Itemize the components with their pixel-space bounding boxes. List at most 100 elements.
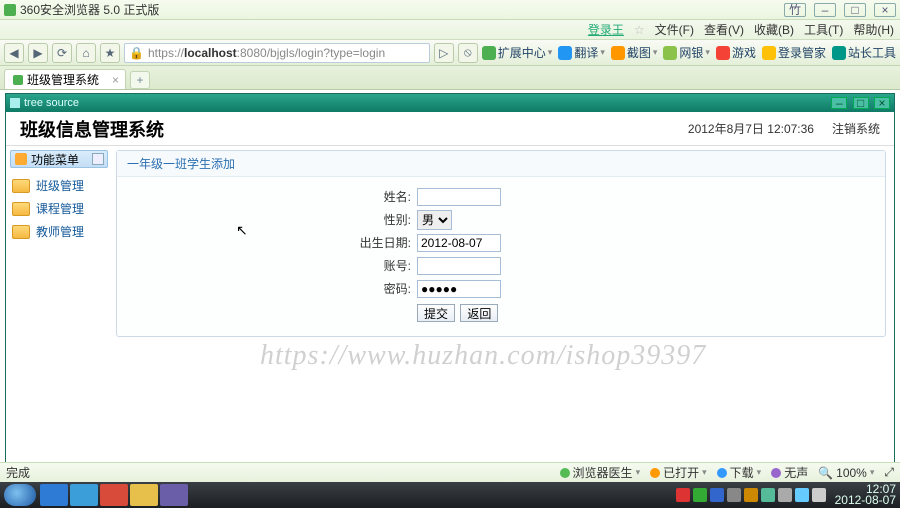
input-account[interactable]: [417, 257, 501, 275]
sys-close-button[interactable]: ×: [874, 3, 896, 17]
tray-icon[interactable]: [761, 488, 775, 502]
sidebar-item-course[interactable]: 课程管理: [10, 197, 108, 220]
form-title: 一年级一班学生添加: [117, 151, 885, 177]
sidebar: 功能菜单 班级管理 课程管理 教师管理: [6, 146, 112, 486]
tray-icon[interactable]: [693, 488, 707, 502]
tool-login[interactable]: 登录管家: [762, 44, 826, 61]
menu-file[interactable]: 文件(F): [655, 21, 694, 38]
tray-icon[interactable]: [727, 488, 741, 502]
tray-volume-icon[interactable]: [812, 488, 826, 502]
folder-icon: [12, 225, 30, 239]
browser-favicon: [4, 4, 16, 16]
nav-go-button[interactable]: ▷: [434, 43, 454, 63]
back-button[interactable]: 返回: [460, 304, 498, 322]
app-header: 班级信息管理系统 2012年8月7日 12:07:36 注销系统: [6, 112, 894, 146]
sidebar-item-label: 班级管理: [36, 177, 84, 194]
tool-snap[interactable]: 截图▾: [611, 44, 658, 61]
app-window-icon: [10, 98, 20, 108]
sidebar-item-label: 课程管理: [36, 200, 84, 217]
status-expand[interactable]: ⤢: [884, 465, 894, 480]
input-name[interactable]: [417, 188, 501, 206]
tray-icon[interactable]: [710, 488, 724, 502]
tool-site[interactable]: 站长工具: [832, 44, 896, 61]
lock-icon: 🔒: [129, 46, 144, 60]
label-name: 姓名:: [117, 188, 417, 205]
tool-net[interactable]: 网银▾: [663, 44, 710, 61]
app-datetime: 2012年8月7日 12:07:36: [688, 120, 814, 137]
sys-min-button[interactable]: –: [814, 3, 836, 17]
status-done: 完成: [6, 464, 30, 481]
menu-fav[interactable]: 收藏(B): [754, 21, 794, 38]
start-button[interactable]: [4, 484, 36, 506]
nav-back-button[interactable]: ◀: [4, 43, 24, 63]
nav-fav-button[interactable]: ★: [100, 43, 120, 63]
select-gender[interactable]: 男: [417, 210, 452, 230]
taskbar-clock[interactable]: 12:07 2012-08-07: [835, 484, 896, 506]
url-text: https://localhost:8080/bjgls/login?type=…: [148, 46, 385, 60]
tool-trans[interactable]: 翻译▾: [558, 44, 605, 61]
browser-navbar: ◀ ▶ ⟳ ⌂ ★ 🔒 https://localhost:8080/bjgls…: [0, 40, 900, 66]
form-panel: 一年级一班学生添加 姓名: 性别: 男 出生日期: 账号: [116, 150, 886, 337]
status-open[interactable]: 已打开▾: [650, 464, 707, 481]
new-tab-button[interactable]: +: [130, 71, 150, 89]
label-password: 密码:: [117, 280, 417, 297]
app-max-button[interactable]: □: [853, 97, 869, 109]
tab-label: 班级管理系统: [27, 71, 99, 88]
nav-fwd-button[interactable]: ▶: [28, 43, 48, 63]
logout-link[interactable]: 注销系统: [832, 120, 880, 137]
tray-icon[interactable]: [778, 488, 792, 502]
browser-statusbar: 完成 浏览器医生▾ 已打开▾ 下载▾ 无声 🔍100%▾ ⤢: [0, 462, 900, 482]
sidebar-item-teacher[interactable]: 教师管理: [10, 220, 108, 243]
taskbar: 12:07 2012-08-07: [0, 482, 900, 508]
gear-icon: [15, 153, 27, 165]
status-mute[interactable]: 无声: [771, 464, 808, 481]
folder-icon: [12, 179, 30, 193]
task-eclipse[interactable]: [160, 484, 188, 506]
label-gender: 性别:: [117, 211, 417, 228]
tool-ext[interactable]: 扩展中心▾: [482, 44, 553, 61]
app-window-caption: tree source: [24, 97, 829, 109]
app-min-button[interactable]: –: [831, 97, 847, 109]
tab-active[interactable]: 班级管理系统 ×: [4, 69, 126, 89]
status-zoom[interactable]: 🔍100%▾: [818, 466, 874, 480]
nav-stop-button[interactable]: ⦸: [458, 43, 478, 63]
browser-titlebar: 360安全浏览器 5.0 正式版 竹 – □ ×: [0, 0, 900, 20]
nav-home-button[interactable]: ⌂: [76, 43, 96, 63]
app-titlebar: tree source – □ ×: [6, 94, 894, 112]
tool-game[interactable]: 游戏: [716, 44, 756, 61]
folder-icon: [12, 202, 30, 216]
browser-menubar: 登录王 ☆ 文件(F) 查看(V) 收藏(B) 工具(T) 帮助(H): [0, 20, 900, 40]
input-password[interactable]: [417, 280, 501, 298]
submit-button[interactable]: 提交: [417, 304, 455, 322]
app-window: tree source – □ × 班级信息管理系统 2012年8月7日 12:…: [5, 93, 895, 503]
tray-network-icon[interactable]: [795, 488, 809, 502]
browser-tabbar: 班级管理系统 × +: [0, 66, 900, 90]
sys-max-button[interactable]: □: [844, 3, 866, 17]
tray-icon[interactable]: [676, 488, 690, 502]
label-dob: 出生日期:: [117, 234, 417, 251]
sys-collapse-button[interactable]: 竹: [784, 3, 806, 17]
task-app1[interactable]: [100, 484, 128, 506]
nav-reload-button[interactable]: ⟳: [52, 43, 72, 63]
task-ie[interactable]: [40, 484, 68, 506]
menu-view[interactable]: 查看(V): [704, 21, 744, 38]
tab-favicon: [13, 75, 23, 85]
sidebar-item-class[interactable]: 班级管理: [10, 174, 108, 197]
sidebar-collapse-button[interactable]: [92, 153, 104, 165]
input-dob[interactable]: [417, 234, 501, 252]
label-account: 账号:: [117, 257, 417, 274]
menu-tools[interactable]: 工具(T): [804, 21, 843, 38]
url-input[interactable]: 🔒 https://localhost:8080/bjgls/login?typ…: [124, 43, 430, 63]
task-browser[interactable]: [70, 484, 98, 506]
app-title: 班级信息管理系统: [20, 116, 688, 142]
tab-close-icon[interactable]: ×: [112, 73, 119, 87]
task-folder[interactable]: [130, 484, 158, 506]
sidebar-header: 功能菜单: [10, 150, 108, 168]
status-download[interactable]: 下载▾: [717, 464, 762, 481]
app-close-button[interactable]: ×: [874, 97, 890, 109]
menu-help[interactable]: 帮助(H): [853, 21, 894, 38]
login-link[interactable]: 登录王: [588, 21, 624, 38]
status-doctor[interactable]: 浏览器医生▾: [560, 464, 641, 481]
tray-icon[interactable]: [744, 488, 758, 502]
sidebar-item-label: 教师管理: [36, 223, 84, 240]
